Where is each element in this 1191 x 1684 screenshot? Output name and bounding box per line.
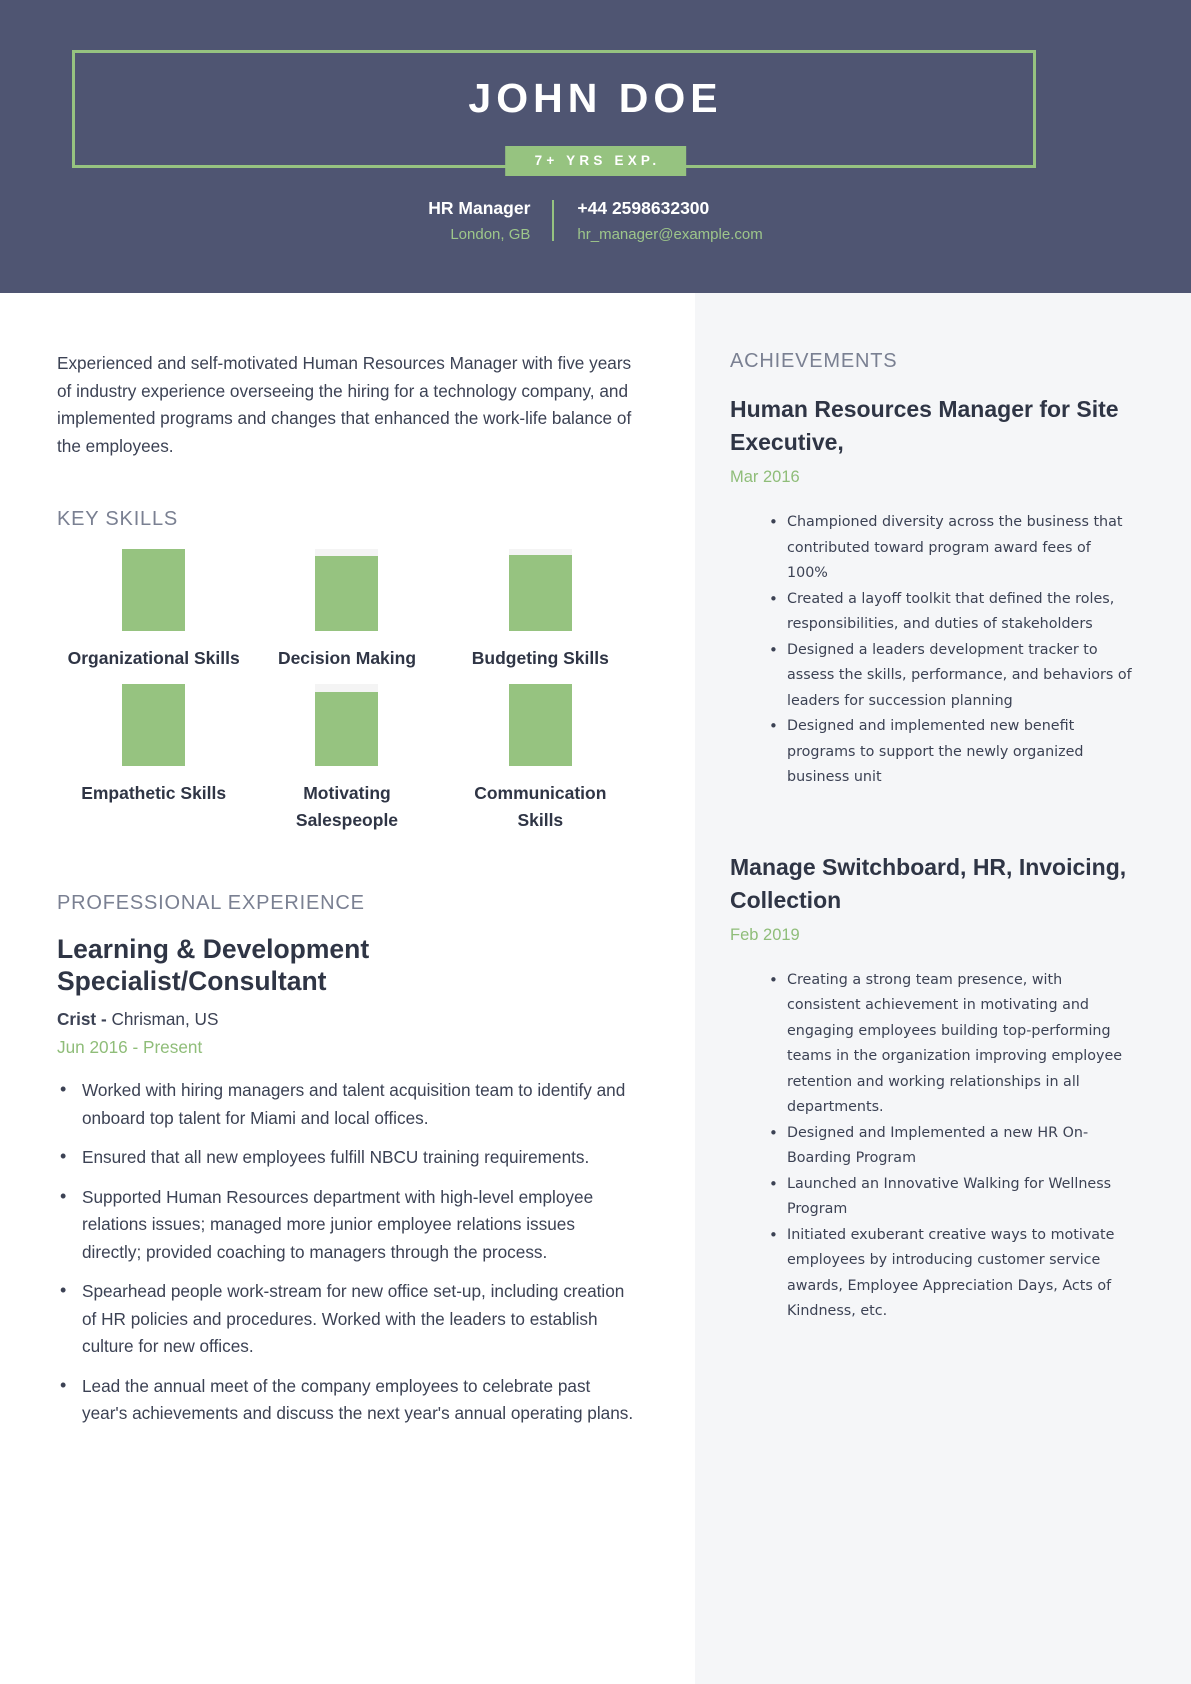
email-address[interactable]: hr_manager@example.com [553, 225, 762, 245]
achievements-heading: ACHIEVEMENTS [730, 350, 898, 372]
achievement-entry: Human Resources Manager for Site Executi… [730, 393, 1136, 791]
skill-label: Empathetic Skills [81, 783, 227, 803]
skill-meter-fill [315, 692, 379, 766]
job-bullet-list: Worked with hiring managers and talent a… [57, 1076, 637, 1428]
job-company-name: Crist [57, 1009, 97, 1029]
achievement-bullet: Designed a leaders development tracker t… [769, 638, 1136, 715]
achievement-bullet: Designed and Implemented a new HR On-Boa… [769, 1121, 1136, 1172]
job-title: Learning & Development Specialist/Consul… [57, 934, 370, 996]
phone-number[interactable]: +44 2598632300 [553, 198, 762, 218]
location-text: London, GB [450, 226, 531, 243]
skill-item: Communication Skills [444, 684, 637, 834]
achievement-bullet-list: Championed diversity across the business… [730, 510, 1136, 791]
header-job-title: HR Manager [428, 198, 531, 218]
professional-experience-heading: PROFESSIONAL EXPERIENCE [57, 892, 365, 914]
key-skills-grid: Organizational Skills Decision Making Bu… [57, 549, 637, 834]
achievement-date: Mar 2016 [730, 468, 800, 486]
job-bullet: Ensured that all new employees fulfill N… [57, 1143, 637, 1172]
job-bullet: Spearhead people work-stream for new off… [57, 1277, 637, 1361]
left-column: Experienced and self-motivated Human Res… [0, 293, 695, 1684]
skill-item: Decision Making [250, 549, 443, 672]
job-location: Chrisman, US [111, 1009, 219, 1029]
contact-block: HR Manager +44 2598632300 London, GB hr_… [0, 198, 1191, 245]
skill-meter [315, 684, 379, 766]
skill-item: Motivating Salespeople [250, 684, 443, 834]
skill-item: Empathetic Skills [57, 684, 250, 834]
skill-meter-fill [122, 684, 186, 766]
job-bullet: Lead the annual meet of the company empl… [57, 1372, 637, 1428]
resume-header: JOHN DOE 7+ YRS EXP. HR Manager +44 2598… [0, 0, 1191, 293]
achievement-bullet: Initiated exuberant creative ways to mot… [769, 1223, 1136, 1325]
experience-badge: 7+ YRS EXP. [504, 146, 687, 176]
skill-label: Decision Making [277, 648, 417, 668]
skill-label: Budgeting Skills [471, 648, 609, 668]
skill-meter-fill [315, 555, 379, 631]
candidate-name: JOHN DOE [468, 75, 723, 121]
skill-item: Budgeting Skills [444, 549, 637, 672]
skill-meter [508, 684, 572, 766]
summary-paragraph: Experienced and self-motivated Human Res… [57, 353, 632, 456]
job-company-line: Crist - Chrisman, US [57, 1006, 637, 1032]
skill-meter-fill [508, 554, 572, 631]
job-bullet: Supported Human Resources department wit… [57, 1183, 637, 1267]
achievement-bullet: Created a layoff toolkit that defined th… [769, 587, 1136, 638]
job-entry: Learning & Development Specialist/Consul… [57, 933, 637, 1428]
skill-label: Motivating Salespeople [295, 783, 399, 830]
achievement-bullet: Creating a strong team presence, with co… [769, 968, 1136, 1121]
skill-meter [122, 684, 186, 766]
job-bullet: Worked with hiring managers and talent a… [57, 1076, 637, 1132]
skill-label: Communication Skills [474, 783, 607, 830]
achievement-title: Human Resources Manager for Site Executi… [730, 396, 1119, 455]
key-skills-heading: KEY SKILLS [57, 508, 179, 530]
skill-item: Organizational Skills [57, 549, 250, 672]
resume-page: JOHN DOE 7+ YRS EXP. HR Manager +44 2598… [0, 0, 1191, 1684]
right-column: ACHIEVEMENTS Human Resources Manager for… [695, 293, 1191, 1684]
skill-meter-fill [508, 684, 572, 766]
skill-meter [122, 549, 186, 631]
achievement-bullet: Designed and implemented new benefit pro… [769, 714, 1136, 791]
skill-meter [315, 549, 379, 631]
job-dates: Jun 2016 - Present [57, 1037, 203, 1057]
skill-meter [508, 549, 572, 631]
achievement-bullet-list: Creating a strong team presence, with co… [730, 968, 1136, 1325]
achievement-bullet: Launched an Innovative Walking for Welln… [769, 1172, 1136, 1223]
achievement-bullet: Championed diversity across the business… [769, 510, 1136, 587]
skill-label: Organizational Skills [67, 648, 240, 668]
skill-meter-fill [122, 549, 186, 631]
achievement-title: Manage Switchboard, HR, Invoicing, Colle… [730, 853, 1127, 913]
job-company-separator: - [96, 1009, 112, 1029]
achievement-entry: Manage Switchboard, HR, Invoicing, Colle… [730, 851, 1136, 1325]
achievement-date: Feb 2019 [730, 925, 800, 944]
resume-body: Experienced and self-motivated Human Res… [0, 293, 1191, 1684]
